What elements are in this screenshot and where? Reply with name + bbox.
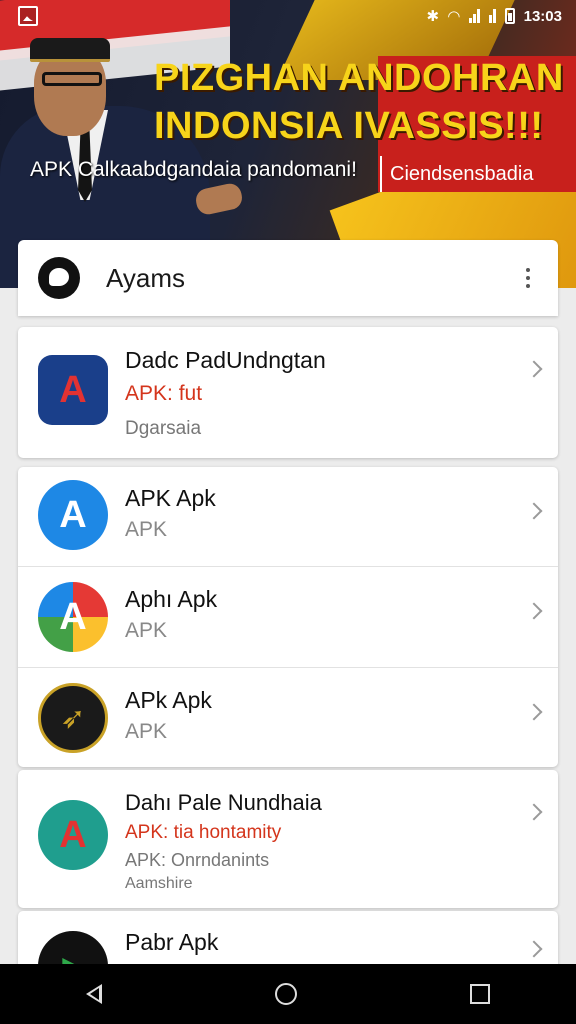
- chevron-right-icon[interactable]: [525, 703, 543, 721]
- app-title: Aphı Apk: [125, 586, 218, 612]
- app-subtitle: APK: [125, 720, 168, 743]
- app-title: APK Apk: [125, 485, 216, 511]
- section-title: Ayams: [106, 262, 185, 293]
- home-icon[interactable]: [274, 983, 297, 1005]
- bluetooth-icon: ✱: [426, 7, 440, 25]
- app-title: Pabr Apk: [125, 929, 219, 955]
- teal-a-icon: A: [38, 800, 108, 870]
- gallery-icon: [18, 6, 38, 26]
- recent-apps-icon[interactable]: [469, 984, 490, 1004]
- section-header: Ayams: [18, 240, 558, 316]
- list-item[interactable]: A Aphı Apk APK: [18, 566, 558, 667]
- app-title: Dahı Pale Nundhaia: [125, 790, 322, 815]
- banner-title-line1: PIZGHAN ANDOHRAN: [154, 57, 564, 99]
- banner-subtitle: APK Calkaabdgandaia pandomani!: [30, 158, 357, 181]
- wifi-icon: ◠: [448, 7, 460, 25]
- system-nav-bar: [0, 964, 576, 1024]
- app-subtitle: APK: [125, 518, 168, 541]
- app-subtitle: APK: [125, 619, 168, 642]
- chevron-right-icon[interactable]: [525, 940, 543, 958]
- signal-icon: [488, 9, 496, 23]
- app-list-card: A APK Apk APK A Aphı Apk APK ➶ APk Apk A…: [18, 467, 558, 767]
- banner-title: PIZGHAN ANDOHRAN INDONSIA IVASSIS!!!: [154, 54, 574, 150]
- app-subtitle: APK: fut: [125, 382, 203, 405]
- featured-app-card[interactable]: A Dadc PadUndngtan APK: fut Dgarsaia: [18, 327, 558, 458]
- chevron-right-icon[interactable]: [525, 360, 543, 378]
- chevron-right-icon[interactable]: [525, 803, 543, 821]
- featured-app-card[interactable]: A Dahı Pale Nundhaia APK: tia hontamity …: [18, 770, 558, 908]
- list-item[interactable]: ➶ APk Apk APK: [18, 667, 558, 767]
- app-subtitle: APK: tia hontamity: [125, 822, 282, 843]
- banner-title-line2: INDONSIA IVASSIS!!!: [154, 105, 544, 147]
- app-meta: APK: Onrndanints: [125, 850, 270, 870]
- back-icon[interactable]: [86, 984, 103, 1004]
- app-meta-secondary: Aamshire: [125, 875, 193, 892]
- battery-icon: [504, 8, 515, 24]
- list-item[interactable]: A APK Apk APK: [18, 467, 558, 566]
- chevron-right-icon[interactable]: [525, 602, 543, 620]
- app-title: Dadc PadUndngtan: [125, 347, 326, 373]
- shield-a-icon: A: [38, 355, 108, 425]
- app-title: APk Apk: [125, 687, 212, 713]
- chat-logo-icon[interactable]: [38, 257, 80, 299]
- status-time: 13:03: [523, 7, 562, 25]
- colorful-a-icon: A: [38, 582, 108, 652]
- banner-tag: Ciendsensbadia: [380, 156, 542, 192]
- app-meta: Dgarsaia: [125, 418, 202, 439]
- blue-a-icon: A: [38, 480, 108, 550]
- rocket-badge-icon: ➶: [38, 683, 108, 753]
- signal-icon: [468, 9, 480, 23]
- more-options-icon[interactable]: [518, 264, 538, 292]
- status-bar: ✱ ◠ 13:03: [0, 0, 576, 32]
- chevron-right-icon[interactable]: [525, 502, 543, 520]
